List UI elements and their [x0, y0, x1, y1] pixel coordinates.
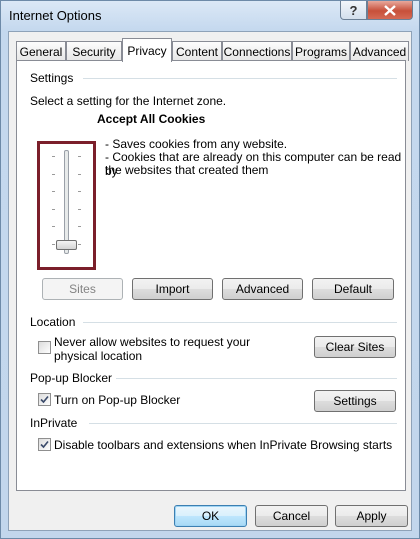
location-checkbox-label-2: physical location [54, 349, 143, 363]
popup-blocker-checkbox[interactable] [38, 393, 51, 406]
default-button[interactable]: Default [312, 278, 394, 300]
inprivate-label: Disable toolbars and extensions when InP… [54, 438, 393, 452]
slider-track [64, 150, 69, 254]
close-button[interactable] [367, 1, 413, 20]
slider-tick-right [78, 191, 81, 193]
popup-settings-button[interactable]: Settings [314, 390, 396, 412]
privacy-level-slider[interactable] [37, 141, 96, 270]
clear-sites-button[interactable]: Clear Sites [314, 336, 396, 358]
advanced-button[interactable]: Advanced [222, 278, 303, 300]
privacy-level-title: Accept All Cookies [97, 112, 206, 126]
slider-tick-right [78, 226, 81, 228]
location-checkbox-label-1: Never allow websites to request your [54, 335, 251, 349]
popup-group-divider [113, 378, 397, 379]
privacy-description-line-3: the websites that created them [105, 163, 269, 177]
privacy-description-line-1: - Saves cookies from any website. [105, 137, 288, 151]
question-mark-icon: ? [349, 2, 358, 18]
tab-content[interactable]: Content [172, 41, 222, 61]
sites-button[interactable]: Sites [42, 278, 123, 300]
close-icon [384, 4, 396, 16]
settings-group-divider [83, 78, 397, 79]
window-title: Internet Options [9, 8, 102, 23]
slider-tick-right [78, 208, 81, 210]
location-group-divider [83, 322, 397, 323]
apply-button[interactable]: Apply [335, 505, 408, 527]
popup-group-label: Pop-up Blocker [30, 371, 117, 385]
popup-blocker-label: Turn on Pop-up Blocker [54, 393, 181, 407]
dialog-client-area: General Security Privacy Content Connect… [8, 31, 412, 531]
zone-prompt: Select a setting for the Internet zone. [30, 94, 227, 108]
tab-connections[interactable]: Connections [222, 41, 292, 61]
inprivate-group-label: InPrivate [30, 416, 82, 430]
slider-tick-left [52, 244, 55, 245]
slider-tick-left [52, 156, 55, 157]
privacy-panel: Settings Select a setting for the Intern… [16, 60, 406, 491]
settings-group-label: Settings [30, 71, 78, 85]
location-group-label: Location [30, 315, 80, 329]
slider-tick-left [52, 191, 55, 193]
help-button[interactable]: ? [340, 1, 367, 20]
cancel-button[interactable]: Cancel [255, 505, 328, 527]
checkmark-icon [40, 440, 49, 449]
tab-privacy[interactable]: Privacy [122, 38, 172, 62]
tab-advanced[interactable]: Advanced [350, 41, 409, 61]
slider-tick-left [52, 173, 55, 175]
tab-general[interactable]: General [16, 41, 66, 61]
inprivate-group-divider [89, 423, 397, 424]
internet-options-window: Internet Options ? General Security Priv… [0, 0, 420, 539]
slider-tick-right [78, 156, 81, 157]
location-checkbox[interactable] [38, 341, 51, 354]
slider-thumb[interactable] [56, 240, 77, 250]
import-button[interactable]: Import [132, 278, 213, 300]
tab-security[interactable]: Security [66, 41, 122, 61]
ok-button[interactable]: OK [174, 505, 247, 527]
inprivate-checkbox[interactable] [38, 438, 51, 451]
slider-tick-right [78, 173, 81, 175]
slider-tick-left [52, 226, 55, 228]
slider-tick-left [52, 208, 55, 210]
checkmark-icon [40, 395, 49, 404]
tab-programs[interactable]: Programs [292, 41, 350, 61]
slider-tick-right [78, 244, 81, 245]
